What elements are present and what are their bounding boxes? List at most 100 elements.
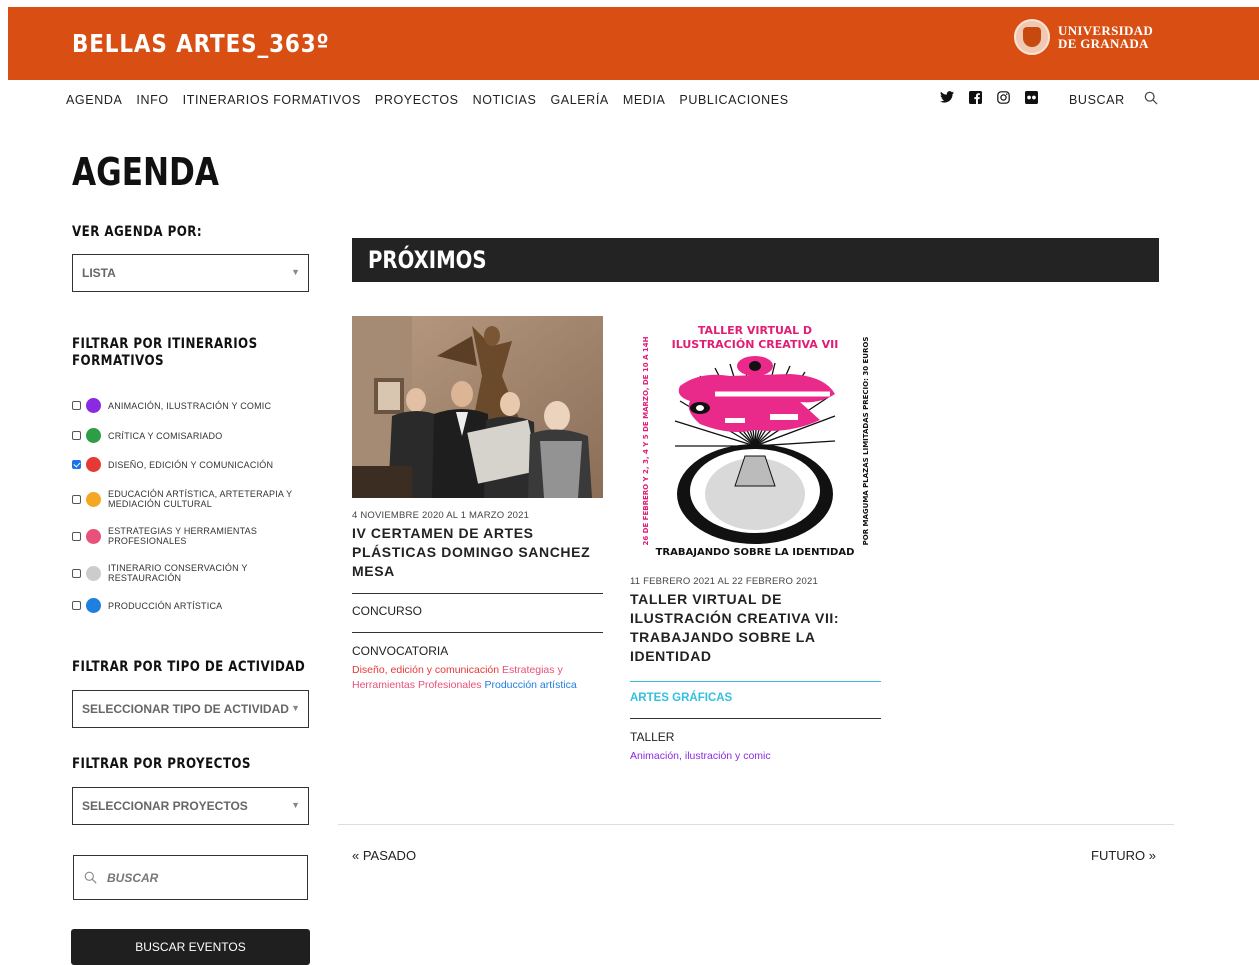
filter-label: ANIMACIÓN, ILUSTRACIÓN Y COMIC (108, 400, 272, 411)
checkbox[interactable] (72, 531, 81, 541)
page-title: AGENDA (72, 150, 220, 194)
itinerary-filter-heading: FILTRAR POR ITINERARIOS FORMATIVOS (72, 336, 258, 370)
checkbox[interactable] (72, 494, 81, 504)
search-placeholder: BUSCAR (107, 870, 159, 885)
filter-produccion[interactable]: PRODUCCIÓN ARTÍSTICA (72, 598, 222, 613)
itinerary-filter-heading-line1: FILTRAR POR ITINERARIOS (72, 336, 258, 352)
projects-select[interactable]: SELECCIONAR PROYECTOS ▼ (72, 787, 309, 825)
poster-dates: 26 DE FEBRERO Y 2, 3, 4 Y 5 DE MARZO, DE… (642, 336, 650, 545)
category-dot-icon (86, 528, 101, 544)
view-by-heading: VER AGENDA POR: (72, 224, 203, 240)
checkbox[interactable] (72, 401, 81, 410)
site-logo[interactable]: BELLAS ARTES_363º (72, 29, 330, 58)
event-title[interactable]: IV CERTAMEN DE ARTES PLÁSTICAS DOMINGO S… (352, 524, 603, 581)
flickr-icon[interactable] (1024, 90, 1038, 104)
filter-animacion[interactable]: ANIMACIÓN, ILUSTRACIÓN Y COMIC (72, 398, 271, 413)
itinerary-filter-heading-line2: FORMATIVOS (72, 353, 165, 369)
instagram-icon[interactable] (996, 90, 1010, 104)
main-nav: AGENDA INFO ITINERARIOS FORMATIVOS PROYE… (66, 93, 789, 107)
event-title[interactable]: TALLER VIRTUAL DE ILUSTRACIÓN CREATIVA V… (630, 590, 881, 666)
category-dot-icon (86, 457, 101, 472)
event-area[interactable]: ARTES GRÁFICAS (630, 692, 881, 704)
category-dot-icon (86, 428, 101, 443)
event-card: TALLER VIRTUAL D ILUSTRACIÓN CREATIVA VI… (630, 316, 881, 764)
nav-item-proyectos[interactable]: PROYECTOS (375, 93, 459, 107)
site-header: BELLAS ARTES_363º UNIVERSIDAD DE GRANADA (8, 7, 1259, 80)
header-search-label[interactable]: BUSCAR (1069, 93, 1125, 107)
section-title: PRÓXIMOS (368, 246, 487, 274)
university-logo[interactable]: UNIVERSIDAD DE GRANADA (1014, 19, 1153, 55)
search-icon (84, 871, 97, 884)
event-date: 4 NOVIEMBRE 2020 AL 1 MARZO 2021 (352, 510, 530, 521)
previous-events-link[interactable]: « PASADO (352, 848, 416, 863)
event-tags: Animación, ilustración y comic (630, 749, 881, 764)
event-image[interactable] (352, 316, 603, 498)
view-by-select[interactable]: LISTA ▼ (72, 254, 309, 292)
poster-price: POR MAGUMA PLAZAS LIMITADAS PRECIO: 30 E… (862, 337, 870, 546)
divider (352, 632, 603, 633)
filter-label: CRÍTICA Y COMISARIADO (108, 430, 223, 441)
sidebar-search-input[interactable]: BUSCAR (73, 855, 308, 900)
section-banner: PRÓXIMOS (352, 238, 1159, 282)
event-type: CONCURSO (352, 604, 423, 618)
projects-value: SELECCIONAR PROYECTOS (82, 799, 248, 813)
nav-item-media[interactable]: MEDIA (623, 93, 666, 107)
filter-label: ESTRATEGIAS Y HERRAMIENTAS PROFESIONALES (108, 526, 258, 546)
filter-conservacion[interactable]: ITINERARIO CONSERVACIÓN Y RESTAURACIÓN (72, 563, 248, 583)
poster-title-line2: ILUSTRACIÓN CREATIVA VII (672, 338, 839, 351)
nav-item-galeria[interactable]: GALERÍA (550, 93, 608, 107)
category-dot-icon (86, 565, 101, 581)
university-seal-icon (1014, 19, 1050, 55)
activity-type-select[interactable]: SELECCIONAR TIPO DE ACTIVIDAD ▼ (72, 690, 309, 728)
next-events-link[interactable]: FUTURO » (1091, 848, 1156, 863)
nav-item-agenda[interactable]: AGENDA (66, 93, 122, 107)
tag-link[interactable]: Animación, ilustración y comic (630, 750, 771, 762)
filter-label: ITINERARIO CONSERVACIÓN Y RESTAURACIÓN (108, 563, 248, 583)
search-icon[interactable] (1144, 91, 1158, 110)
filter-label: PRODUCCIÓN ARTÍSTICA (108, 600, 223, 611)
poster-title-line1: TALLER VIRTUAL D (698, 324, 812, 337)
divider (352, 593, 603, 594)
nav-item-info[interactable]: INFO (136, 93, 168, 107)
nav-item-itinerarios[interactable]: ITINERARIOS FORMATIVOS (183, 93, 361, 107)
filter-diseno[interactable]: DISEÑO, EDICIÓN Y COMUNICACIÓN (72, 457, 273, 472)
activity-type-value: SELECCIONAR TIPO DE ACTIVIDAD (82, 702, 289, 716)
view-by-value: LISTA (82, 266, 116, 280)
facebook-icon[interactable] (968, 90, 982, 104)
chevron-down-icon: ▼ (291, 703, 300, 713)
twitter-icon[interactable] (940, 90, 954, 104)
nav-item-noticias[interactable]: NOTICIAS (473, 93, 537, 107)
event-date: 11 FEBRERO 2021 AL 22 FEBRERO 2021 (630, 576, 818, 587)
checkbox[interactable] (72, 601, 81, 610)
nav-item-publicaciones[interactable]: PUBLICACIONES (679, 93, 788, 107)
event-tags: Diseño, edición y comunicación Estrategi… (352, 663, 603, 693)
event-poster[interactable]: TALLER VIRTUAL D ILUSTRACIÓN CREATIVA VI… (630, 316, 881, 566)
search-events-button[interactable]: BUSCAR EVENTOS (71, 929, 310, 965)
social-links (940, 90, 1038, 104)
filter-label: EDUCACIÓN ARTÍSTICA, ARTETERAPIA Y MEDIAC… (108, 489, 293, 509)
poster-subtitle: TRABAJANDO SOBRE LA IDENTIDAD (656, 547, 855, 558)
filter-label: DISEÑO, EDICIÓN Y COMUNICACIÓN (108, 459, 274, 470)
projects-filter-heading: FILTRAR POR PROYECTOS (72, 756, 251, 772)
tag-link[interactable]: Producción artística (484, 679, 576, 691)
divider (630, 718, 881, 719)
checkbox[interactable] (72, 431, 81, 440)
category-dot-icon (86, 598, 101, 613)
checkbox-checked[interactable] (72, 460, 81, 469)
divider (630, 681, 881, 682)
filter-estrategias[interactable]: ESTRATEGIAS Y HERRAMIENTAS PROFESIONALES (72, 526, 257, 546)
chevron-down-icon: ▼ (291, 267, 300, 277)
category-dot-icon (86, 398, 101, 413)
filter-educacion[interactable]: EDUCACIÓN ARTÍSTICA, ARTETERAPIA Y MEDIAC… (72, 489, 292, 509)
university-name-line2: DE GRANADA (1058, 36, 1149, 51)
tag-link[interactable]: Diseño, edición y comunicación (352, 664, 499, 676)
category-dot-icon (86, 491, 101, 507)
pager-divider (338, 824, 1174, 825)
event-type: TALLER (630, 730, 675, 744)
filter-critica[interactable]: CRÍTICA Y COMISARIADO (72, 428, 222, 443)
event-category: CONVOCATORIA (352, 644, 449, 658)
checkbox[interactable] (72, 568, 81, 578)
chevron-down-icon: ▼ (291, 800, 300, 810)
activity-filter-heading: FILTRAR POR TIPO DE ACTIVIDAD (72, 659, 306, 675)
event-card: 4 NOVIEMBRE 2020 AL 1 MARZO 2021 IV CERT… (352, 316, 603, 693)
